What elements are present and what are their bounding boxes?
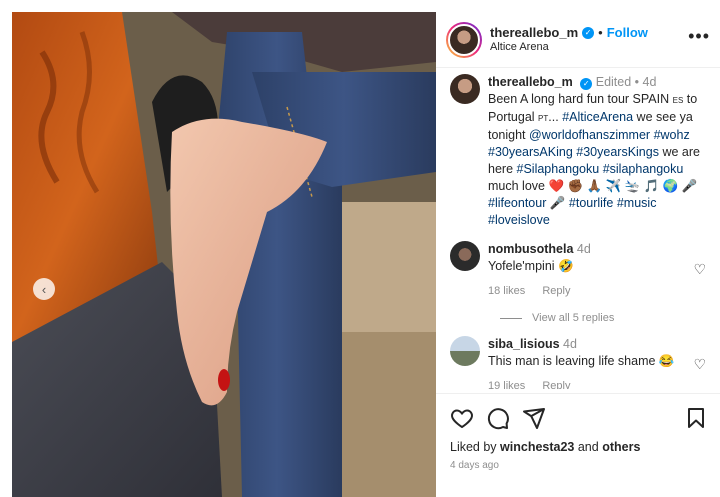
hashtag-link[interactable]: #30yearsKings bbox=[576, 145, 659, 159]
post-date[interactable]: 4 days ago bbox=[450, 460, 708, 471]
commenter-avatar[interactable] bbox=[450, 336, 480, 366]
hashtag-link[interactable]: #AlticeArena bbox=[562, 110, 633, 124]
chevron-left-icon: ‹ bbox=[41, 281, 47, 297]
post-image bbox=[12, 12, 436, 497]
comment-likes[interactable]: 18 likes bbox=[488, 285, 525, 297]
comment-item: nombusothela 4d Yofele'mpini 🤣 18 likes … bbox=[450, 241, 708, 300]
comments-section[interactable]: thereallebo_m ✓ Edited • 4d Been A long … bbox=[436, 74, 720, 389]
mention-link[interactable]: @worldofhanszimmer bbox=[529, 128, 650, 142]
share-icon[interactable] bbox=[522, 406, 546, 430]
caption-edited: Edited bbox=[595, 75, 632, 89]
post-header: thereallebo_m ✓ • Follow Altice Arena ••… bbox=[436, 12, 720, 68]
comment-age: 4d bbox=[576, 242, 591, 256]
follow-button[interactable]: Follow bbox=[607, 25, 648, 41]
post-photo[interactable]: ‹ bbox=[12, 12, 436, 497]
like-comment-heart-icon[interactable]: ♡ bbox=[693, 356, 706, 373]
post-caption: thereallebo_m ✓ Edited • 4d Been A long … bbox=[450, 74, 708, 229]
bookmark-icon[interactable] bbox=[684, 406, 708, 430]
comment-item: siba_lisious 4d This man is leaving life… bbox=[450, 336, 708, 389]
comment-text: Yofele'mpini 🤣 bbox=[488, 259, 574, 273]
verified-badge-icon: ✓ bbox=[582, 26, 595, 39]
previous-image-button[interactable]: ‹ bbox=[33, 278, 55, 300]
post-side-panel: thereallebo_m ✓ • Follow Altice Arena ••… bbox=[436, 12, 720, 497]
heart-icon[interactable] bbox=[450, 406, 474, 430]
hashtag-link[interactable]: #loveislove bbox=[488, 213, 550, 227]
comment-icon[interactable] bbox=[486, 406, 510, 430]
caption-username[interactable]: thereallebo_m bbox=[488, 75, 573, 89]
separator-dot: • bbox=[598, 24, 603, 40]
hashtag-link[interactable]: #silaphangoku bbox=[603, 162, 684, 176]
author-avatar[interactable] bbox=[446, 21, 482, 58]
hashtag-link[interactable]: #lifeontour bbox=[488, 196, 546, 210]
like-comment-heart-icon[interactable]: ♡ bbox=[693, 261, 706, 278]
caption-age: 4d bbox=[642, 75, 657, 89]
liked-by-others[interactable]: others bbox=[602, 440, 640, 454]
flag-es-icon: ES bbox=[672, 96, 684, 105]
caption-text: Been A long hard fun tour SPAIN bbox=[488, 92, 670, 106]
caption-emojis: ❤️ ✊🏾 🙏🏾 ✈️ 🛬 🎵 🌍 🎤 bbox=[548, 179, 698, 193]
liked-by: Liked by winchesta23 and others bbox=[450, 440, 641, 454]
hashtag-link[interactable]: #wohz bbox=[654, 128, 690, 142]
liked-by-user[interactable]: winchesta23 bbox=[500, 440, 574, 454]
comment-text: This man is leaving life shame 😂 bbox=[488, 354, 675, 368]
post-location[interactable]: Altice Arena bbox=[490, 41, 648, 55]
post-actions-footer: Liked by winchesta23 and others 4 days a… bbox=[436, 393, 720, 497]
caption-text: ... bbox=[548, 110, 563, 124]
verified-badge-icon: ✓ bbox=[580, 77, 593, 90]
comment-age: 4d bbox=[563, 337, 577, 351]
commenter-username[interactable]: siba_lisious bbox=[488, 337, 560, 351]
caption-emojis: 🎤 bbox=[546, 196, 569, 210]
caption-author-avatar[interactable] bbox=[450, 74, 480, 104]
hashtag-link[interactable]: #Silaphangoku bbox=[517, 162, 600, 176]
more-options-icon[interactable]: ••• bbox=[688, 27, 710, 45]
reply-button[interactable]: Reply bbox=[542, 380, 570, 389]
hashtag-link[interactable]: #30yearsAKing bbox=[488, 145, 573, 159]
reply-button[interactable]: Reply bbox=[542, 285, 570, 297]
author-username[interactable]: thereallebo_m bbox=[490, 25, 578, 41]
comment-likes[interactable]: 19 likes bbox=[488, 380, 525, 389]
flag-pt-icon: PT bbox=[538, 114, 549, 123]
hashtag-link[interactable]: #music bbox=[617, 196, 657, 210]
caption-text: much love bbox=[488, 179, 549, 193]
commenter-avatar[interactable] bbox=[450, 241, 480, 271]
commenter-username[interactable]: nombusothela bbox=[488, 242, 573, 256]
view-replies-button[interactable]: View all 5 replies bbox=[500, 312, 708, 324]
hashtag-link[interactable]: #tourlife bbox=[569, 196, 613, 210]
